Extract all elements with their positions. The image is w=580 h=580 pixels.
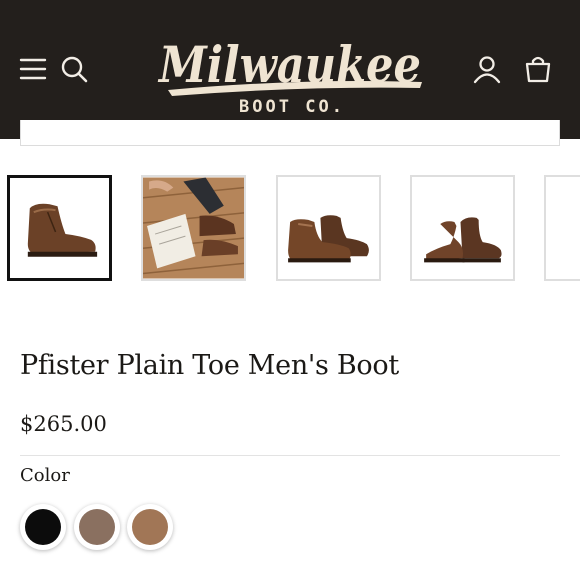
- swatch-fill: [79, 509, 115, 545]
- thumbnail-lifestyle[interactable]: [141, 175, 246, 281]
- swatch-fill: [25, 509, 61, 545]
- thumbnail-partial[interactable]: [544, 175, 580, 281]
- previous-section-box: [20, 120, 560, 146]
- color-swatch-brown-grey[interactable]: [74, 504, 120, 550]
- logo-sub-text: BOOT CO.: [239, 97, 345, 117]
- divider: [20, 455, 560, 456]
- cart-icon[interactable]: [521, 52, 555, 86]
- thumbnail-gallery: [0, 175, 580, 283]
- swatch-fill: [132, 509, 168, 545]
- color-swatch-tan[interactable]: [127, 504, 173, 550]
- thumbnail-boot-pair-front[interactable]: [410, 175, 515, 281]
- color-swatch-black[interactable]: [20, 504, 66, 550]
- color-label: Color: [20, 465, 70, 486]
- thumbnail-boot-side[interactable]: [7, 175, 112, 281]
- account-icon[interactable]: [470, 52, 504, 86]
- product-title: Pfister Plain Toe Men's Boot: [20, 350, 399, 381]
- product-price: $265.00: [20, 412, 107, 436]
- search-icon[interactable]: [57, 52, 91, 86]
- brand-logo[interactable]: Milwaukee BOOT CO.: [150, 20, 430, 130]
- thumbnail-boot-pair-side[interactable]: [276, 175, 381, 281]
- menu-icon[interactable]: [16, 52, 50, 86]
- site-header: Milwaukee BOOT CO.: [0, 0, 580, 139]
